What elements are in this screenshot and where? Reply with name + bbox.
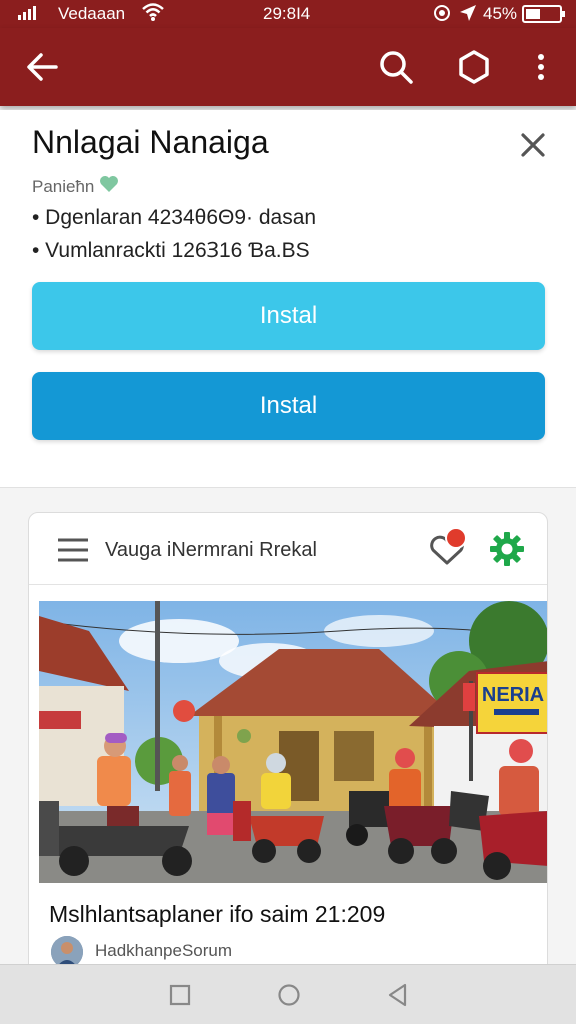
app-subtitle: Panieħn xyxy=(32,174,120,199)
clock: 29:8Ι4 xyxy=(263,4,311,23)
install-button-secondary[interactable]: Instal xyxy=(32,372,545,440)
more-vert-icon[interactable] xyxy=(522,47,562,87)
carrier-name: Vedaaan xyxy=(58,4,126,23)
battery-icon xyxy=(522,5,565,23)
detail-bullet-2: • Vumlanrackti 126Ɜ16 Ɓa.BS xyxy=(32,239,310,262)
back-arrow-icon[interactable] xyxy=(22,47,62,87)
shop-sign-text: NERIA xyxy=(482,684,544,706)
menu-icon[interactable] xyxy=(57,537,89,563)
post-card: Vauga iNermrani Rrekal NERIA Mslhlantsap… xyxy=(28,512,548,982)
back-triangle-icon[interactable] xyxy=(384,981,412,1009)
gear-icon[interactable] xyxy=(489,531,525,567)
post-caption: Mslhlantsaplaner ifo saim 21:209 xyxy=(49,901,386,927)
battery-level xyxy=(526,9,540,19)
post-header-title: Vauga iNermrani Rrekal xyxy=(105,539,317,561)
post-author[interactable]: HadkhanpeSorum xyxy=(95,941,232,961)
install-button-primary[interactable]: Instal xyxy=(32,282,545,350)
signal-icon xyxy=(18,6,36,20)
battery-percent: 45% xyxy=(483,4,518,23)
status-bar: Vedaaan 29:8Ι4 45% xyxy=(0,0,576,28)
target-icon xyxy=(432,3,452,28)
search-icon[interactable] xyxy=(376,47,416,87)
post-photo[interactable]: NERIA xyxy=(38,601,547,883)
location-arrow-icon xyxy=(458,3,478,28)
post-header: Vauga iNermrani Rrekal xyxy=(29,513,547,585)
subtitle-text: Panieħn xyxy=(32,176,95,196)
detail-bullet-1: • Dgenlaran 4234θ6Θ9· dasan xyxy=(32,206,317,229)
app-title: Nnlagai Nanaiga xyxy=(32,124,269,160)
heart-icon xyxy=(98,174,120,199)
notification-badge xyxy=(445,527,467,549)
system-nav-bar xyxy=(0,964,576,1024)
close-icon[interactable] xyxy=(514,126,552,164)
app-bar xyxy=(0,28,576,106)
wifi-icon xyxy=(142,2,164,27)
recents-square-icon[interactable] xyxy=(166,981,194,1009)
hexagon-icon[interactable] xyxy=(454,47,494,87)
home-circle-icon[interactable] xyxy=(275,981,303,1009)
